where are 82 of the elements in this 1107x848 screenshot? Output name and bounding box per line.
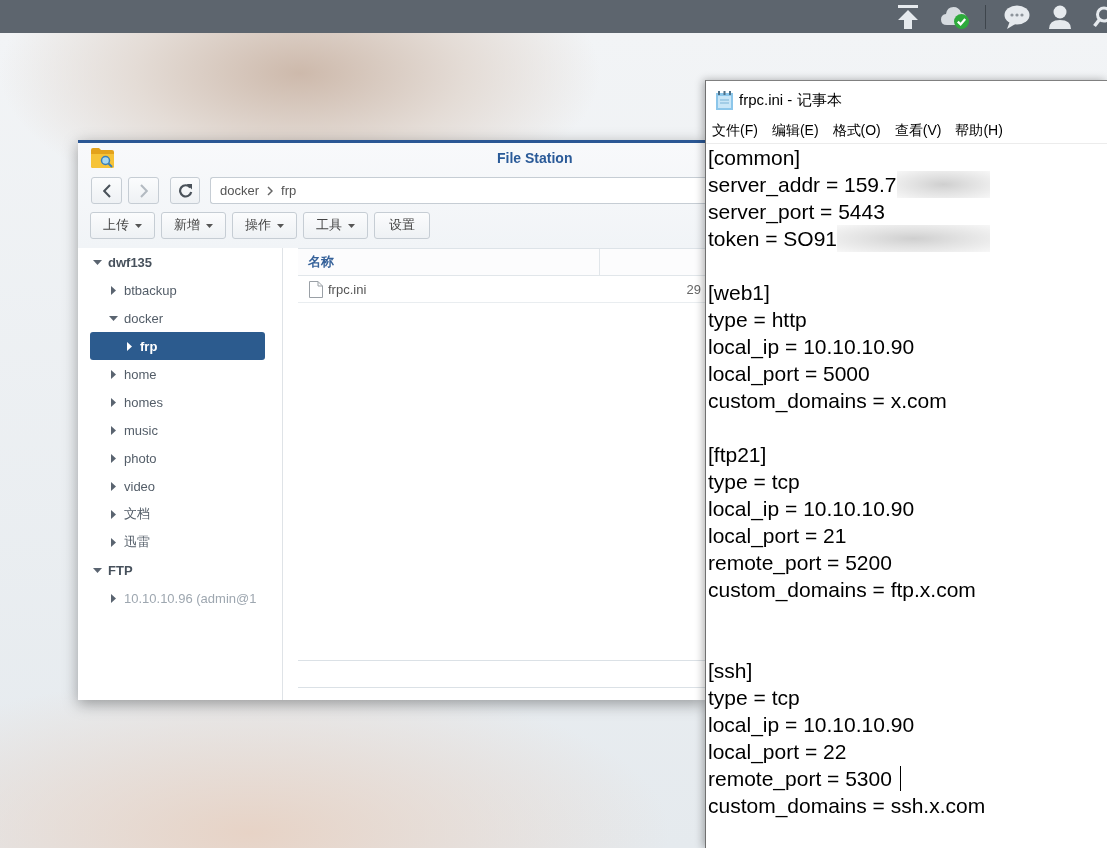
caret-down-icon	[277, 223, 284, 228]
caret-right-icon[interactable]	[111, 481, 116, 491]
caret-right-icon[interactable]	[111, 537, 116, 547]
toolbar-button[interactable]: 设置	[374, 212, 430, 239]
text-line: type = tcp	[708, 469, 800, 495]
text-line: local_port = 5000	[708, 361, 870, 387]
notepad-icon	[716, 90, 733, 110]
user-icon[interactable]	[1049, 4, 1071, 29]
tree-item[interactable]: dwf135	[90, 248, 265, 276]
chevron-right-icon	[139, 183, 148, 198]
tree-item[interactable]: homes	[90, 388, 265, 416]
chat-icon[interactable]	[1004, 4, 1030, 29]
text-line: remote_port = 5200	[708, 550, 892, 576]
file-name: frpc.ini	[328, 281, 367, 297]
text-line: custom_domains = ftp.x.com	[708, 577, 976, 603]
toolbar-button[interactable]: 工具	[303, 212, 368, 239]
text-cursor	[899, 766, 901, 791]
search-icon[interactable]	[1093, 4, 1107, 29]
tree-item[interactable]: docker	[90, 304, 265, 332]
toolbar-button[interactable]: 新增	[161, 212, 226, 239]
caret-down-icon[interactable]	[93, 259, 102, 265]
caret-down-icon[interactable]	[109, 315, 118, 321]
text-line: local_ip = 10.10.10.90	[708, 334, 915, 360]
folder-search-icon	[90, 147, 115, 169]
tree-item[interactable]: photo	[90, 444, 265, 472]
text-line: custom_domains = ssh.x.com	[708, 793, 986, 819]
chevron-right-icon	[267, 185, 274, 196]
text-line: [common]	[708, 145, 801, 171]
caret-right-icon[interactable]	[111, 453, 116, 463]
tree-item[interactable]: 迅雷	[90, 528, 265, 556]
caret-down-icon	[206, 223, 213, 228]
toolbar-button[interactable]: 操作	[232, 212, 297, 239]
caret-down-icon[interactable]	[93, 567, 102, 573]
caret-right-icon[interactable]	[111, 369, 116, 379]
tree-item[interactable]: home	[90, 360, 265, 388]
menu-item[interactable]: 编辑(E)	[771, 122, 819, 140]
text-line: custom_domains = x.com	[708, 388, 947, 414]
text-line: server_port = 5443	[708, 199, 885, 225]
text-line: local_port = 21	[708, 523, 847, 549]
menu-item[interactable]: 格式(O)	[832, 122, 881, 140]
text-line: local_ip = 10.10.10.90	[708, 712, 915, 738]
text-line: server_addr = 159.7	[708, 172, 897, 198]
tree-item[interactable]: frp	[90, 332, 265, 360]
text-line: type = http	[708, 307, 807, 333]
address-field[interactable]: docker frp	[210, 177, 705, 204]
text-line: local_ip = 10.10.10.90	[708, 496, 915, 522]
text-line: token = SO91	[708, 226, 837, 252]
refresh-button[interactable]	[170, 177, 200, 204]
toolbar-button[interactable]: 上传	[90, 212, 155, 239]
table-cell-text: 29	[685, 281, 702, 297]
caret-down-icon	[135, 223, 142, 228]
text-line: remote_port = 5300	[708, 766, 892, 792]
tree-item[interactable]: video	[90, 472, 265, 500]
caret-right-icon[interactable]	[111, 425, 116, 435]
tree-item[interactable]: btbackup	[90, 276, 265, 304]
file-icon	[309, 280, 323, 298]
caret-down-icon	[348, 223, 355, 228]
window-title: frpc.ini - 记事本	[739, 90, 842, 110]
refresh-icon	[177, 183, 193, 198]
menu-item[interactable]: 帮助(H)	[955, 122, 1003, 140]
caret-right-icon[interactable]	[111, 509, 116, 519]
window-title: File Station	[497, 150, 573, 166]
text-line: [ssh]	[708, 658, 753, 684]
file-row[interactable]: frpc.ini 29	[298, 276, 705, 303]
upload-icon[interactable]	[897, 4, 919, 29]
caret-right-icon[interactable]	[127, 341, 132, 351]
menu-item[interactable]: 查看(V)	[894, 122, 942, 140]
text-line: local_port = 22	[708, 739, 847, 765]
caret-right-icon[interactable]	[111, 285, 116, 295]
text-line: type = tcp	[708, 685, 800, 711]
path-segment[interactable]: docker	[220, 183, 260, 198]
text-line: [web1]	[708, 280, 770, 306]
text-line: [ftp21]	[708, 442, 767, 468]
tree-item[interactable]: FTP	[90, 556, 265, 584]
column-header[interactable]: 名称	[308, 253, 334, 271]
menu-item[interactable]: 文件(F)	[712, 122, 758, 140]
path-segment[interactable]: frp	[281, 183, 297, 198]
tree-item[interactable]: music	[90, 416, 265, 444]
chevron-left-icon	[102, 183, 111, 198]
caret-right-icon[interactable]	[111, 397, 116, 407]
tree-item[interactable]: 文档	[90, 500, 265, 528]
back-button[interactable]	[91, 177, 122, 204]
